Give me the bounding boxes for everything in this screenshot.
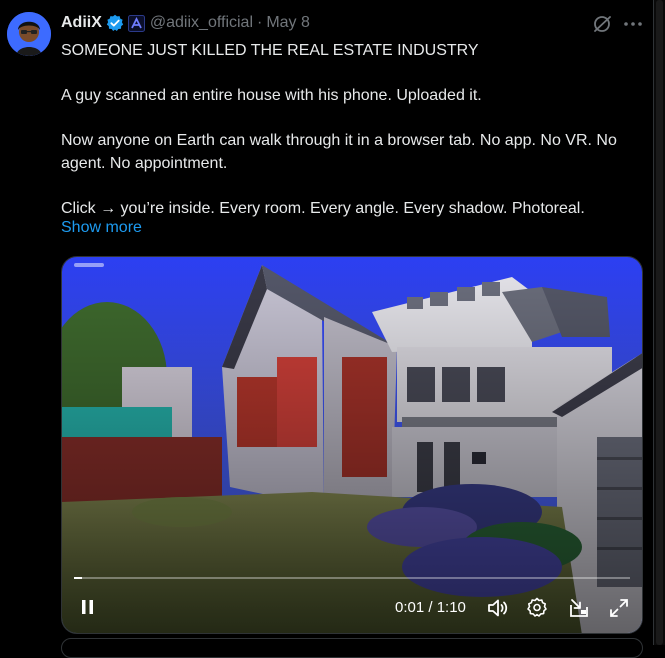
video-time: 0:01 / 1:10 bbox=[395, 599, 466, 616]
more-icon[interactable] bbox=[621, 12, 645, 36]
tweet-paragraph: A guy scanned an entire house with his p… bbox=[61, 87, 482, 104]
tweet-header: AdiiX @adiix_official · May 8 bbox=[61, 12, 310, 34]
author-handle[interactable]: @adiix_official bbox=[150, 14, 253, 32]
grok-icon[interactable] bbox=[591, 12, 615, 36]
show-more-link[interactable]: Show more bbox=[61, 219, 142, 237]
tweet-headline: SOMEONE JUST KILLED THE REAL ESTATE INDU… bbox=[61, 42, 479, 59]
settings-icon[interactable] bbox=[525, 596, 549, 620]
author-name[interactable]: AdiiX bbox=[61, 14, 102, 32]
tweet-paragraph: Now anyone on Earth can walk through it … bbox=[61, 132, 617, 172]
tweet-paragraph: Click → you’re inside. Every room. Every… bbox=[61, 199, 585, 217]
video-progress-fill bbox=[74, 577, 82, 579]
avatar[interactable] bbox=[7, 12, 51, 56]
next-post-card bbox=[61, 638, 643, 658]
video-progress-bar[interactable] bbox=[74, 577, 630, 579]
verified-badge-icon bbox=[106, 14, 124, 32]
affiliate-badge-icon[interactable] bbox=[127, 14, 145, 32]
fullscreen-icon[interactable] bbox=[607, 596, 631, 620]
scrollbar-thumb[interactable] bbox=[656, 0, 663, 645]
video-player[interactable]: 0:01 / 1:10 bbox=[61, 256, 643, 634]
pause-icon[interactable] bbox=[76, 595, 100, 619]
dock-icon[interactable] bbox=[567, 596, 591, 620]
tweet-text: SOMEONE JUST KILLED THE REAL ESTATE INDU… bbox=[61, 40, 646, 220]
separator-dot: · bbox=[257, 14, 263, 31]
volume-icon[interactable] bbox=[486, 596, 510, 620]
post-date[interactable]: May 8 bbox=[266, 14, 310, 32]
tweet[interactable]: AdiiX @adiix_official · May 8 SOMEONE JU… bbox=[0, 0, 653, 658]
